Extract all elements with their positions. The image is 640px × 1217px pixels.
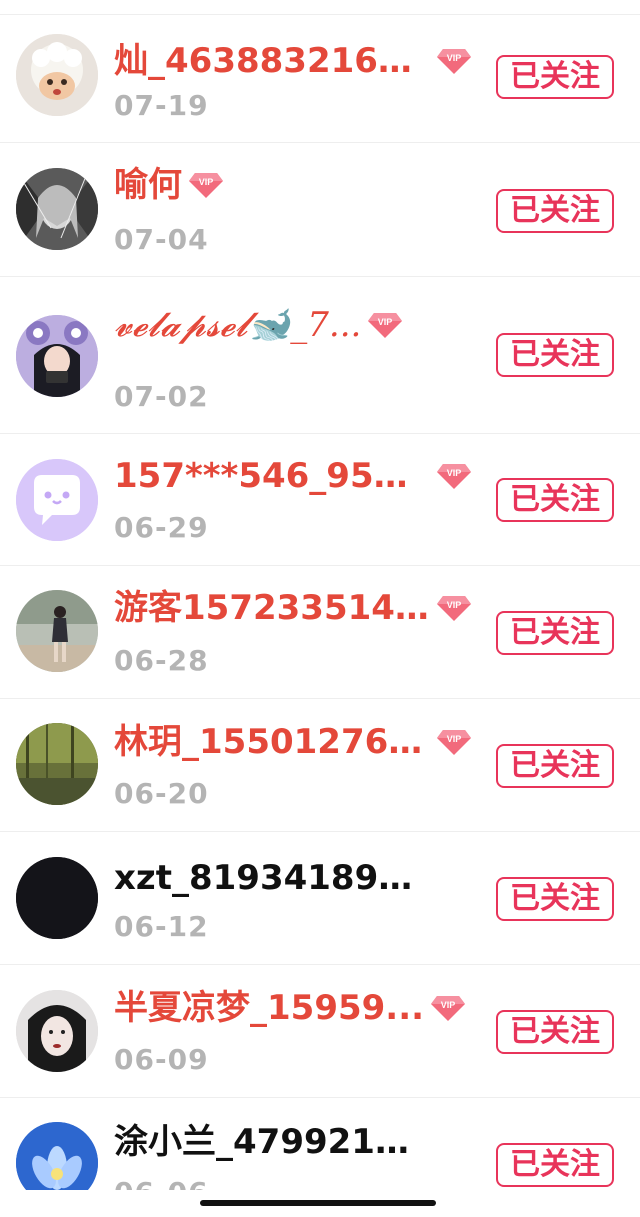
home-indicator[interactable] — [200, 1200, 436, 1206]
user-name[interactable]: 林玥_155012761... — [114, 720, 430, 764]
follow-date: 07-04 — [114, 223, 209, 256]
followed-button[interactable]: 已关注 — [496, 189, 614, 233]
follow-date: 06-20 — [114, 777, 209, 810]
list-item[interactable]: xzt_819341890... 06-12 已关注 — [0, 832, 640, 965]
followed-button[interactable]: 已关注 — [496, 333, 614, 377]
user-name[interactable]: 半夏凉梦_15959... — [114, 986, 424, 1030]
avatar[interactable] — [16, 34, 98, 116]
list-item[interactable]: 喻何 VIP 07-04 已关注 — [0, 143, 640, 277]
vip-diamond-icon: VIP — [436, 593, 472, 623]
user-name-line: 喻何 VIP — [114, 163, 224, 207]
vip-label: VIP — [447, 53, 462, 63]
user-name[interactable]: 灿_4638832167... — [114, 39, 430, 83]
list-item[interactable]: 𝓿𝓮𝓵𝓪𝓹𝓼𝓮𝓵🐋_7... VIP 07-02 已关注 — [0, 277, 640, 434]
user-name[interactable]: 游客1572335144... — [114, 586, 430, 630]
vip-diamond-icon: VIP — [436, 461, 472, 491]
user-name-line: 游客1572335144... VIP — [114, 586, 472, 630]
followed-button[interactable]: 已关注 — [496, 1143, 614, 1187]
list-item[interactable]: 游客1572335144... VIP 06-28 已关注 — [0, 566, 640, 699]
user-name-line: 半夏凉梦_15959... VIP — [114, 986, 466, 1030]
vip-label: VIP — [199, 177, 214, 187]
vip-diamond-icon: VIP — [430, 993, 466, 1023]
user-name[interactable]: xzt_819341890... — [114, 856, 430, 900]
avatar[interactable] — [16, 990, 98, 1072]
vip-diamond-icon: VIP — [436, 727, 472, 757]
followed-button[interactable]: 已关注 — [496, 744, 614, 788]
list-item[interactable]: 灿_4638832167... VIP 07-19 已关注 — [0, 15, 640, 143]
list-item[interactable]: 157***546_9512... VIP 06-29 已关注 — [0, 434, 640, 566]
list-item[interactable]: 林玥_155012761... VIP 06-20 已关注 — [0, 699, 640, 832]
vip-diamond-icon: VIP — [188, 170, 224, 200]
avatar[interactable] — [16, 723, 98, 805]
avatar[interactable] — [16, 315, 98, 397]
user-name[interactable]: 涂小兰_4799214... — [114, 1120, 430, 1164]
vip-label: VIP — [441, 1000, 456, 1010]
user-name[interactable]: 157***546_9512... — [114, 454, 430, 498]
avatar[interactable] — [16, 168, 98, 250]
followed-button[interactable]: 已关注 — [496, 611, 614, 655]
avatar[interactable] — [16, 1122, 98, 1190]
follow-date: 07-19 — [114, 89, 209, 122]
user-name[interactable]: 喻何 — [114, 163, 182, 207]
follow-date: 06-29 — [114, 511, 209, 544]
user-name-line: xzt_819341890... — [114, 856, 430, 900]
follow-date: 06-28 — [114, 644, 209, 677]
user-name[interactable]: 𝓿𝓮𝓵𝓪𝓹𝓼𝓮𝓵🐋_7... — [114, 303, 361, 347]
user-name-line: 林玥_155012761... VIP — [114, 720, 472, 764]
followed-button[interactable]: 已关注 — [496, 478, 614, 522]
follow-date: 06-12 — [114, 910, 209, 943]
vip-label: VIP — [378, 317, 393, 327]
follow-date: 06-06 — [114, 1175, 209, 1190]
list-item[interactable]: 涂小兰_4799214... 06-06 已关注 — [0, 1098, 640, 1190]
user-name-line: 涂小兰_4799214... — [114, 1120, 430, 1164]
followed-button[interactable]: 已关注 — [496, 1010, 614, 1054]
user-name-line: 灿_4638832167... VIP — [114, 39, 472, 83]
followed-button[interactable]: 已关注 — [496, 55, 614, 99]
avatar[interactable] — [16, 857, 98, 939]
vip-diamond-icon: VIP — [436, 46, 472, 76]
avatar[interactable] — [16, 590, 98, 672]
vip-diamond-icon: VIP — [367, 310, 403, 340]
follow-list: 灿_4638832167... VIP 07-19 已关注 喻何 VIP 07-… — [0, 0, 640, 1190]
follow-date: 07-02 — [114, 380, 209, 413]
user-name-line: 157***546_9512... VIP — [114, 454, 472, 498]
follow-date: 06-09 — [114, 1043, 209, 1076]
vip-label: VIP — [447, 600, 462, 610]
vip-label: VIP — [447, 734, 462, 744]
avatar[interactable] — [16, 459, 98, 541]
user-name-line: 𝓿𝓮𝓵𝓪𝓹𝓼𝓮𝓵🐋_7... VIP — [114, 303, 403, 347]
list-item[interactable]: 半夏凉梦_15959... VIP 06-09 已关注 — [0, 965, 640, 1098]
followed-button[interactable]: 已关注 — [496, 877, 614, 921]
vip-label: VIP — [447, 468, 462, 478]
